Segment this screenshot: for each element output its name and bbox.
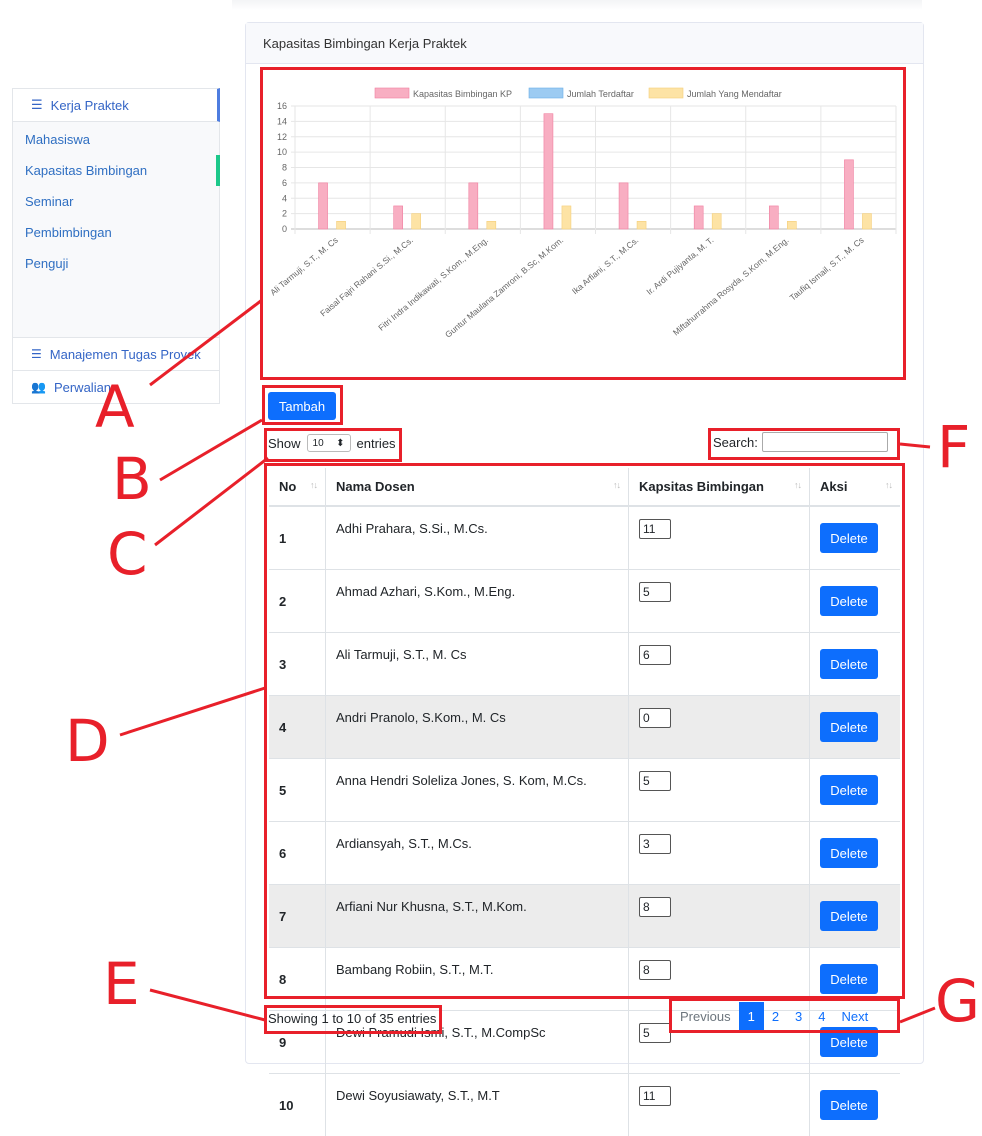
kapasitas-input[interactable]: 11: [639, 1086, 671, 1106]
annotation-line-a: [150, 300, 262, 385]
annotation-line-b: [160, 420, 262, 480]
annotation-label-b: B: [112, 450, 152, 508]
delete-button[interactable]: Delete: [820, 1090, 878, 1120]
annotation-label-f: F: [937, 418, 970, 476]
row-aksi-cell: Delete: [810, 1074, 901, 1136]
annotation-label-a: A: [95, 378, 135, 436]
annotation-label-e: E: [103, 955, 140, 1013]
row-no: 10: [269, 1074, 326, 1136]
annotation-line-d: [120, 688, 265, 735]
table-row: 10Dewi Soyusiawaty, S.T., M.T 11 Delete: [269, 1074, 900, 1136]
row-kapasitas-cell: 11: [629, 1074, 810, 1136]
row-nama-dosen: Dewi Soyusiawaty, S.T., M.T: [326, 1074, 629, 1136]
annotation-line-c: [155, 458, 268, 545]
annotation-label-d: D: [65, 712, 110, 770]
annotation-line-f: [900, 444, 930, 447]
annotation-label-c: C: [107, 525, 148, 583]
annotation-line-e: [150, 990, 265, 1020]
annotation-label-g: G: [935, 972, 980, 1030]
annotation-line-g: [900, 1008, 935, 1022]
